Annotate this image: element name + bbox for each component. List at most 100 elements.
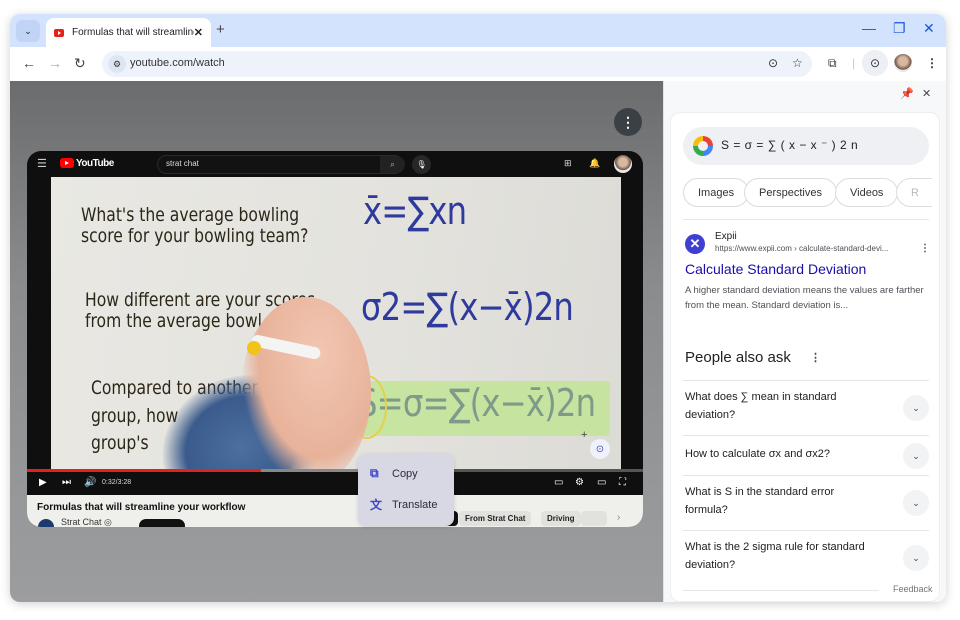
paa-more-icon[interactable]: ⋮ — [810, 351, 821, 364]
video-progress-bar[interactable] — [27, 469, 643, 472]
lens-side-panel: 📌 ✕ S = σ = ∑ ( x − x ⁻ ) 2 n Images Per… — [663, 81, 946, 602]
subscribe-button[interactable] — [139, 519, 185, 527]
translate-label: Translate — [392, 498, 438, 511]
crosshair-cursor-icon: + — [581, 429, 588, 441]
chevron-right-icon[interactable]: › — [617, 512, 620, 523]
youtube-page: ☰ YouTube strat chat ⌕ 🎙 ⊞ 🔔 What's the … — [27, 151, 643, 527]
paa-question[interactable]: What does ∑ mean in standard deviation? … — [683, 380, 929, 435]
chip-driving[interactable]: Driving — [541, 511, 581, 526]
reload-button[interactable]: ↻ — [74, 55, 86, 72]
chevron-down-icon: ⌄ — [24, 25, 32, 36]
people-also-ask-heading: People also ask — [685, 349, 791, 366]
video-hand — [241, 297, 371, 469]
chevron-down-icon[interactable]: ⌄ — [903, 490, 929, 516]
fullscreen-icon[interactable]: ⛶ — [619, 477, 626, 488]
expii-favicon-icon: ✕ — [685, 234, 705, 254]
paa-question[interactable]: What is the 2 sigma rule for standard de… — [683, 530, 929, 586]
lens-toolbar-button[interactable]: ⊙ — [862, 50, 888, 76]
whiteboard-formula-mean: x̄=∑xn — [363, 189, 467, 233]
translate-menu-item[interactable]: 文 Translate — [370, 496, 437, 513]
youtube-wordmark[interactable]: YouTube — [76, 158, 114, 169]
extensions-icon[interactable]: ⧉ — [828, 56, 837, 71]
browser-window: ⌄ Formulas that will streamline ✕ + — ❐ … — [10, 14, 946, 602]
pin-icon[interactable]: 📌 — [900, 87, 914, 100]
chevron-down-icon[interactable]: ⌄ — [903, 395, 929, 421]
paa-question[interactable]: What is S in the standard error formula?… — [683, 475, 929, 530]
settings-gear-icon[interactable]: ⚙ — [575, 477, 584, 488]
filter-images[interactable]: Images — [683, 178, 750, 207]
whiteboard-formula-variance: σ2=∑(x−x̄)2n — [361, 285, 574, 329]
translate-icon: 文 — [370, 498, 383, 512]
paa-question-text: How to calculate σx and σx2? — [685, 448, 831, 460]
filter-videos[interactable]: Videos — [835, 178, 899, 207]
volume-icon[interactable]: 🔊 — [84, 477, 96, 488]
tab-active[interactable]: Formulas that will streamline ✕ — [46, 18, 211, 47]
subtitles-icon[interactable]: ▭ — [554, 477, 563, 488]
video-title[interactable]: Formulas that will streamline your workf… — [37, 502, 245, 513]
filter-more[interactable]: R — [896, 178, 932, 207]
tab-close-icon[interactable]: ✕ — [194, 26, 203, 39]
chevron-down-icon[interactable]: ⌄ — [903, 545, 929, 571]
result-title-link[interactable]: Calculate Standard Deviation — [685, 261, 866, 277]
more-menu-icon[interactable]: ⋮ — [926, 56, 938, 70]
more-options-button[interactable]: ⋮ — [614, 108, 642, 136]
channel-name[interactable]: Strat Chat ◎ — [61, 517, 112, 527]
play-icon[interactable]: ▶ — [39, 477, 47, 488]
tab-strip: ⌄ Formulas that will streamline ✕ + — ❐ … — [10, 14, 946, 47]
profile-avatar[interactable] — [894, 54, 912, 72]
result-site-name: Expii — [715, 231, 737, 242]
youtube-logo-icon[interactable] — [60, 158, 74, 168]
chip-from-strat-chat[interactable]: From Strat Chat — [459, 511, 532, 526]
result-snippet: A higher standard deviation means the va… — [685, 285, 924, 311]
filter-perspectives[interactable]: Perspectives — [744, 178, 837, 207]
paa-question[interactable]: How to calculate σx and σx2? ⌄ — [683, 435, 929, 475]
tab-search-button[interactable]: ⌄ — [16, 20, 40, 42]
google-logo-icon — [693, 136, 713, 156]
youtube-header: ☰ YouTube strat chat ⌕ 🎙 ⊞ 🔔 — [27, 151, 643, 177]
lens-search-selection-button[interactable]: ⊙ — [590, 439, 610, 459]
address-bar[interactable]: ⚙ youtube.com/watch ⊙ ☆ — [102, 51, 812, 77]
video-player[interactable]: What's the average bowling score for you… — [51, 177, 621, 469]
result-more-icon[interactable]: ⋮ — [920, 243, 930, 254]
feedback-link[interactable]: Feedback — [893, 584, 933, 594]
copy-menu-item[interactable]: ⧉ Copy — [370, 466, 418, 481]
search-results-card: S = σ = ∑ ( x − x ⁻ ) 2 n Images Perspec… — [670, 112, 940, 602]
url-text[interactable]: youtube.com/watch — [130, 57, 225, 69]
channel-avatar[interactable] — [38, 519, 54, 527]
lens-icon: ⊙ — [869, 56, 881, 70]
query-text[interactable]: S = σ = ∑ ( x − x ⁻ ) 2 n — [721, 138, 858, 152]
minimize-button[interactable]: — — [862, 20, 876, 36]
forward-button[interactable]: → — [48, 55, 62, 71]
lens-query-input[interactable]: S = σ = ∑ ( x − x ⁻ ) 2 n — [683, 127, 929, 165]
search-icon[interactable]: ⌕ — [380, 156, 405, 173]
close-panel-icon[interactable]: ✕ — [922, 87, 931, 100]
new-tab-button[interactable]: + — [216, 21, 225, 38]
lens-icon[interactable]: ⊙ — [768, 56, 778, 70]
video-controls: ▶ ⏭ 🔊 0:32/3:28 ▭ ⚙ ▭ ⛶ — [27, 473, 643, 495]
hamburger-menu-icon[interactable]: ☰ — [37, 157, 47, 170]
chevron-down-icon[interactable]: ⌄ — [903, 443, 929, 469]
whiteboard-formula-stddev[interactable]: S=σ=∑(x−x̄)2n — [357, 381, 596, 425]
site-settings-icon[interactable]: ⚙ — [108, 55, 126, 73]
microphone-icon[interactable]: 🎙 — [412, 155, 431, 174]
divider — [683, 590, 879, 591]
create-video-icon[interactable]: ⊞ — [564, 158, 572, 169]
whiteboard-question-1: What's the average bowling score for you… — [81, 204, 309, 247]
close-window-button[interactable]: ✕ — [923, 20, 935, 37]
theater-mode-icon[interactable]: ▭ — [597, 477, 606, 488]
progress-played — [27, 469, 262, 472]
back-button[interactable]: ← — [22, 55, 36, 71]
youtube-avatar[interactable] — [614, 155, 632, 173]
restore-button[interactable]: ❐ — [893, 20, 906, 37]
result-url[interactable]: https://www.expii.com › calculate-standa… — [715, 244, 888, 253]
notifications-bell-icon[interactable]: 🔔 — [589, 158, 600, 169]
content-area: ⋮ ☰ YouTube strat chat ⌕ 🎙 ⊞ 🔔 What's th… — [10, 81, 946, 602]
video-info: Formulas that will streamline your workf… — [27, 495, 643, 527]
paa-question-text: What is S in the standard error formula? — [685, 486, 835, 516]
youtube-search-input[interactable]: strat chat ⌕ — [157, 155, 405, 174]
lens-icon: ⊙ — [595, 443, 605, 455]
bookmark-star-icon[interactable]: ☆ — [792, 56, 803, 70]
next-icon[interactable]: ⏭ — [62, 477, 71, 488]
webpage-overlay: ⋮ ☰ YouTube strat chat ⌕ 🎙 ⊞ 🔔 What's th… — [10, 81, 663, 602]
chip-more[interactable] — [581, 511, 607, 526]
